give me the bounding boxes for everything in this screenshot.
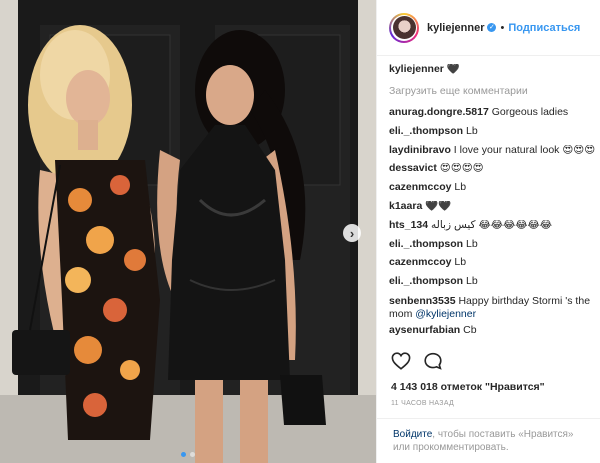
post-photo[interactable]: › [0,0,376,463]
comment-text: Lb [454,182,467,194]
carousel-dot [190,452,195,457]
comment-item: eli._.thompson Lb [389,239,599,258]
comment-item: eli._.thompson Lb [389,126,599,145]
comment-username[interactable]: cazenmccoy [389,257,451,268]
follow-button[interactable]: Подписаться [508,22,580,34]
comment-text: Gorgeous ladies [491,107,569,118]
comment-item: dessavict 😍😍😍😍 [389,163,599,182]
comment-username[interactable]: eli._.thompson [389,126,463,137]
comment-text: Cb [463,324,477,336]
load-more-comments-link[interactable]: Загрузить еще комментарии [389,86,599,107]
photo-illustration [0,0,376,463]
comment-username[interactable]: eli._.thompson [389,239,463,250]
comment-item: laydinibravo I love your natural look 😍😍… [389,145,599,164]
comment-text: Lb [466,125,478,137]
comment-item: k1aara 🖤🖤 [389,201,599,220]
comment-item: aysenurfabian Cb [389,325,599,344]
login-link[interactable]: Войдите [393,429,432,440]
instagram-post: › kyliejenner ✓ • Подписаться kyliejenne… [0,0,600,463]
chevron-right-icon: › [349,225,355,241]
avatar-ring [391,14,417,41]
comment-text: Lb [454,257,467,269]
avatar-image [392,16,416,39]
comment-username[interactable]: anurag.dongre.5817 [389,107,489,118]
comment-item: cazenmccoy Lb [389,182,599,201]
carousel-dot [181,452,186,457]
comment-item: eli._.thompson Lb [389,276,599,295]
comment-item: anurag.dongre.5817 Gorgeous ladies [389,107,599,126]
comment-username[interactable]: cazenmccoy [389,182,451,193]
header-username[interactable]: kyliejenner [427,22,484,34]
comment-item: cazenmccoy Lb [389,257,599,276]
caption-username[interactable]: kyliejenner [389,64,444,75]
comment-text: كيس زباله 😂😂😂😂😂😂 [431,219,553,231]
mention-link[interactable]: @kyliejenner [415,308,476,320]
post-timestamp: 11 ЧАСОВ НАЗАД [391,400,455,407]
comment-text: Lb [466,276,478,288]
comments-list: kyliejenner 🖤 Загрузить еще комментарии … [389,64,599,344]
caption: kyliejenner 🖤 [389,64,599,86]
carousel-indicator [0,452,376,457]
next-photo-button[interactable]: › [343,224,361,242]
post-sidebar: kyliejenner ✓ • Подписаться kyliejenner … [376,0,600,463]
heart-icon[interactable] [391,352,411,375]
post-header: kyliejenner ✓ • Подписаться [377,0,600,56]
comment-text: 😍😍😍😍 [439,163,484,175]
comment-username[interactable]: hts_134 [389,220,428,231]
comment-username[interactable]: aysenurfabian [389,325,460,336]
comment-username[interactable]: senbenn3535 [389,295,456,307]
login-prompt: Войдите, чтобы поставить «Нравится» или … [377,418,600,454]
caption-text: 🖤 [446,64,460,75]
comment-text: Lb [466,238,478,250]
likes-count[interactable]: 4 143 018 отметок "Нравится" [391,381,545,393]
comment-username[interactable]: k1aara [389,201,422,212]
separator-dot: • [500,21,505,34]
comment-icon[interactable] [423,352,443,375]
comment-username[interactable]: eli._.thompson [389,276,463,287]
comment-item: hts_134 كيس زباله 😂😂😂😂😂😂 [389,220,599,239]
comment-username[interactable]: dessavict [389,163,437,174]
comment-username[interactable]: laydinibravo [389,145,451,156]
avatar[interactable] [389,12,419,43]
post-actions [391,352,443,375]
comment-text: 🖤🖤 [425,200,452,212]
comment-text: I love your natural look 😍😍😍 [453,144,596,156]
verified-check-icon: ✓ [487,23,497,32]
comment-item: senbenn3535 Happy birthday Stormi 's the… [389,295,599,325]
